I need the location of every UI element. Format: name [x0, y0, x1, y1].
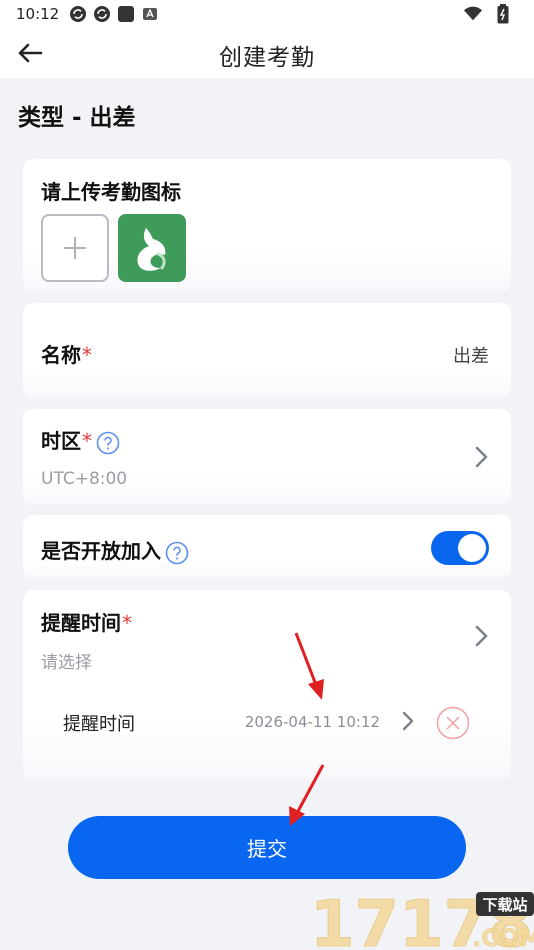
watermark-domain: .COM: [472, 924, 534, 950]
upload-card: 请上传考勤图标: [23, 159, 511, 292]
timezone-chevron-button[interactable]: [471, 444, 491, 470]
reminder-placeholder[interactable]: 请选择: [41, 648, 92, 673]
name-card[interactable]: 名称* 出差: [23, 303, 511, 398]
status-bar: 10:12: [0, 0, 534, 28]
chevron-right-icon: [475, 625, 488, 647]
close-circle-icon: [436, 706, 470, 740]
watermark: 17178 下载站 .COM: [310, 884, 534, 950]
page-title: 创建考勤: [219, 45, 315, 71]
reminder-item-delete-button[interactable]: [436, 706, 470, 740]
help-icon[interactable]: [96, 431, 120, 455]
battery-icon: [494, 4, 512, 24]
open-join-card: 是否开放加入: [23, 515, 511, 579]
required-mark: *: [82, 343, 92, 367]
keyboard-icon: [141, 5, 159, 23]
nav-bar: 创建考勤: [0, 28, 534, 78]
reminder-item-value[interactable]: 2026-04-11 10:12: [245, 713, 380, 731]
required-mark: *: [122, 611, 132, 635]
attendance-icon-thumbnail[interactable]: [118, 214, 186, 282]
chevron-right-icon: [402, 711, 414, 731]
name-value: 出差: [453, 346, 489, 367]
open-join-toggle[interactable]: [431, 531, 489, 565]
open-join-label-text: 是否开放加入: [41, 539, 161, 563]
open-join-label: 是否开放加入: [41, 535, 189, 565]
upload-label: 请上传考勤图标: [41, 180, 181, 204]
timezone-label: 时区*: [41, 425, 120, 455]
wifi-icon: [464, 5, 482, 23]
sync-icon: [93, 5, 111, 23]
plus-icon: [64, 237, 86, 259]
chevron-right-icon: [475, 446, 488, 468]
timezone-label-text: 时区: [41, 429, 81, 453]
reminder-label: 提醒时间*: [41, 607, 132, 636]
reminder-card: 提醒时间* 请选择 提醒时间 2026-04-11 10:12: [23, 590, 511, 780]
toggle-knob: [458, 534, 486, 562]
section-title: 类型 - 出差: [18, 105, 136, 131]
sync-icon: [69, 5, 87, 23]
reminder-item-chevron-button[interactable]: [399, 708, 417, 734]
leaf-logo-icon: [118, 214, 186, 282]
reminder-chevron-button[interactable]: [471, 623, 491, 649]
name-label-text: 名称: [41, 343, 81, 367]
timezone-value: UTC+8:00: [41, 469, 128, 489]
status-time: 10:12: [16, 5, 60, 23]
reminder-label-text: 提醒时间: [41, 611, 121, 635]
help-icon[interactable]: [165, 541, 189, 565]
watermark-badge: 下载站: [482, 896, 527, 914]
square-icon: [117, 5, 135, 23]
timezone-card[interactable]: 时区* UTC+8:00: [23, 409, 511, 505]
reminder-item-label: 提醒时间: [63, 714, 135, 735]
submit-button[interactable]: 提交: [68, 816, 466, 879]
required-mark: *: [82, 429, 92, 453]
name-label: 名称*: [41, 339, 92, 368]
upload-icon-button[interactable]: [41, 214, 109, 282]
